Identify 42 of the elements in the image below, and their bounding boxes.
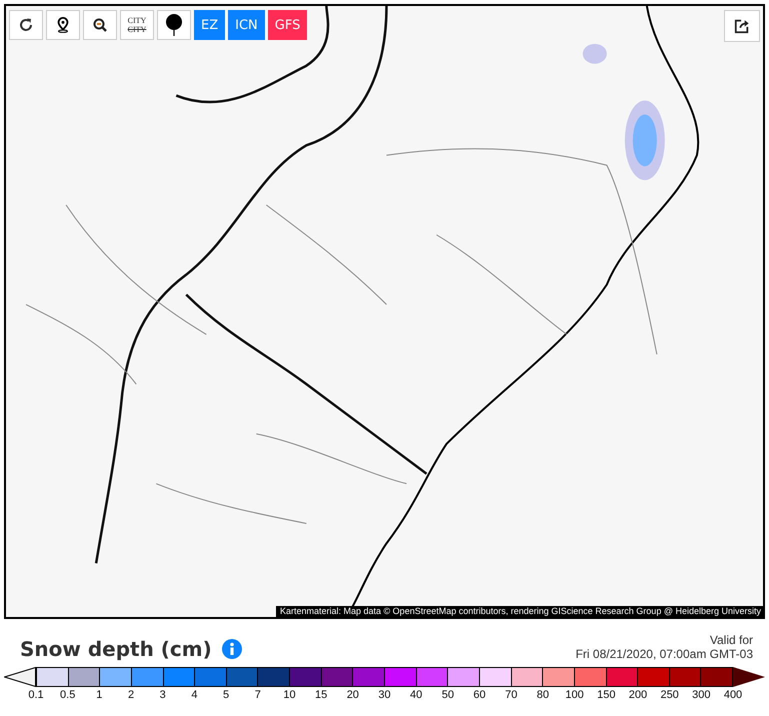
scale-label: 4 — [191, 689, 198, 701]
model-button[interactable]: EZ — [194, 10, 226, 40]
marker-icon — [164, 13, 184, 37]
scale-label: 2 — [128, 689, 134, 701]
reload-icon — [18, 17, 34, 33]
valid-label: Valid for — [710, 633, 753, 647]
scale-label: 250 — [660, 689, 679, 701]
model-button[interactable]: GFS — [268, 10, 308, 40]
scale-label: 0.5 — [60, 689, 76, 701]
scale-label: 150 — [597, 689, 616, 701]
scale-label: 400 — [724, 689, 742, 701]
marker-button[interactable] — [157, 10, 191, 40]
scale-label: 20 — [346, 689, 359, 701]
model-button[interactable]: ICN — [228, 10, 265, 40]
scale-label: 100 — [565, 689, 584, 701]
info-icon[interactable] — [222, 639, 242, 659]
scale-label: 70 — [505, 689, 518, 701]
reload-button[interactable] — [9, 10, 43, 40]
share-button[interactable] — [724, 10, 760, 42]
legend-title: Snow depth (cm) — [20, 637, 212, 661]
share-icon — [734, 18, 750, 34]
location-pin-icon — [55, 17, 71, 33]
scale-label: 5 — [223, 689, 230, 701]
scale-label: 1 — [96, 689, 102, 701]
scale-label: 30 — [378, 689, 391, 701]
scale-label: 200 — [628, 689, 648, 701]
scale-label: 50 — [442, 689, 454, 701]
scale-label: 80 — [536, 689, 550, 701]
zoom-out-button[interactable] — [83, 10, 117, 40]
scale-label: 7 — [254, 689, 261, 701]
valid-time: Fri 08/21/2020, 07:00am GMT-03 — [576, 647, 753, 661]
map-attribution: Kartenmaterial: Map data © OpenStreetMap contributors, rendering GIScience Research Group @ Heidelberg University — [276, 606, 763, 617]
zoom-out-icon — [92, 17, 108, 33]
locate-button[interactable] — [46, 10, 80, 40]
scale-label: 60 — [473, 689, 486, 701]
scale-label: 300 — [692, 689, 710, 701]
scale-label: 10 — [283, 689, 296, 701]
scale-label: 0.1 — [28, 689, 44, 701]
city-labels-button[interactable]: CITY CITY — [120, 10, 154, 40]
scale-label: 3 — [160, 689, 166, 701]
scale-label: 40 — [410, 689, 422, 701]
scale-label: 15 — [315, 689, 328, 701]
